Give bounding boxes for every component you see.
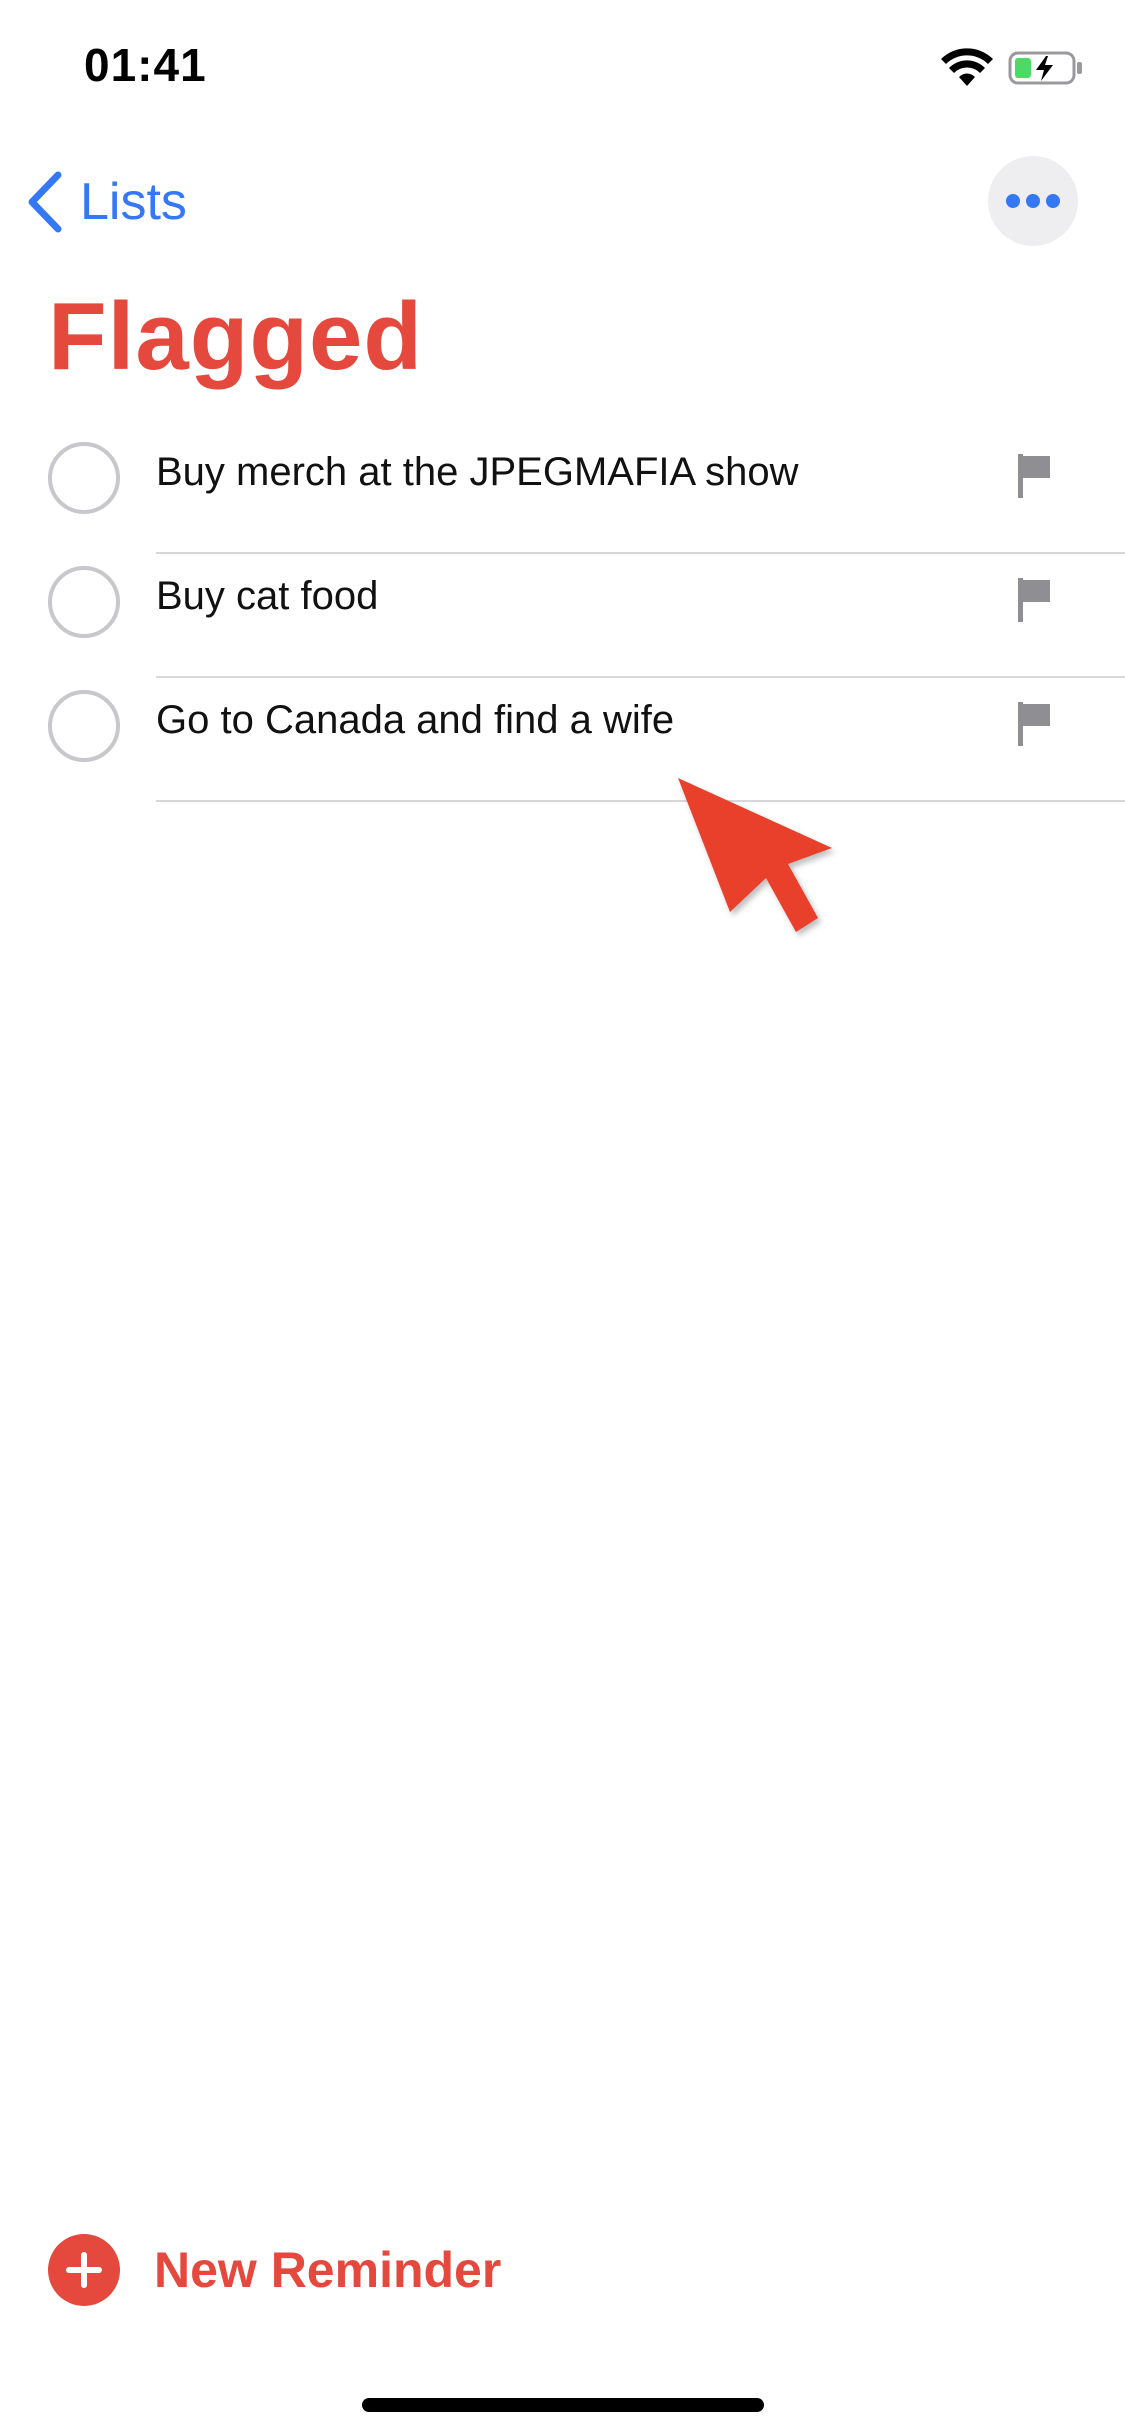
back-to-lists-button[interactable]: Lists bbox=[24, 166, 187, 238]
flag-icon bbox=[1018, 702, 1050, 746]
list-item[interactable]: Go to Canada and find a wife bbox=[0, 678, 1125, 802]
wifi-icon bbox=[941, 48, 993, 86]
flag-icon bbox=[1018, 454, 1050, 498]
reminder-title[interactable]: Go to Canada and find a wife bbox=[156, 698, 674, 743]
reminder-title[interactable]: Buy merch at the JPEGMAFIA show bbox=[156, 450, 798, 495]
new-reminder-label: New Reminder bbox=[154, 2242, 502, 2298]
home-indicator[interactable] bbox=[362, 2398, 764, 2412]
reminder-list: Buy merch at the JPEGMAFIA show Buy cat … bbox=[0, 430, 1125, 802]
reminder-complete-checkbox[interactable] bbox=[48, 566, 120, 638]
battery-charging-icon bbox=[1008, 51, 1082, 85]
list-item[interactable]: Buy merch at the JPEGMAFIA show bbox=[0, 430, 1125, 554]
flag-icon bbox=[1018, 578, 1050, 622]
annotation-arrow-icon bbox=[678, 778, 832, 932]
reminder-complete-checkbox[interactable] bbox=[48, 690, 120, 762]
reminder-complete-checkbox[interactable] bbox=[48, 442, 120, 514]
list-item[interactable]: Buy cat food bbox=[0, 554, 1125, 678]
plus-circle-icon bbox=[48, 2234, 120, 2306]
reminder-title[interactable]: Buy cat food bbox=[156, 574, 378, 619]
more-options-button[interactable] bbox=[988, 156, 1078, 246]
page-title: Flagged bbox=[48, 283, 424, 390]
chevron-left-icon bbox=[28, 171, 62, 233]
row-divider bbox=[156, 800, 1125, 802]
back-label: Lists bbox=[80, 173, 187, 231]
navigation-bar: Lists bbox=[0, 140, 1125, 260]
new-reminder-button[interactable]: New Reminder bbox=[48, 2232, 501, 2308]
ellipsis-icon bbox=[1006, 194, 1060, 208]
status-time: 01:41 bbox=[84, 39, 207, 91]
status-bar: 01:41 bbox=[0, 0, 1125, 140]
